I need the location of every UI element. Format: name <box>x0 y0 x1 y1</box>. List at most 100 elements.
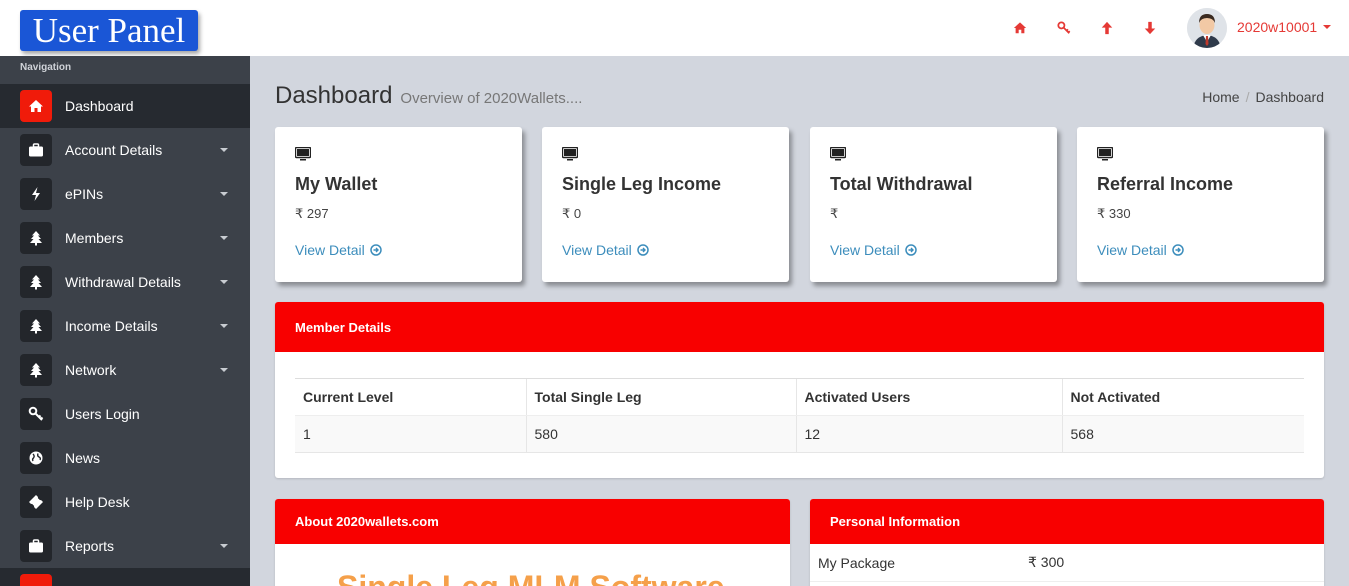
page-title: Dashboard <box>275 82 393 109</box>
arrow-down-icon[interactable] <box>1141 19 1159 37</box>
column-header: Not Activated <box>1061 378 1304 416</box>
personal-info-panel: Personal Information My Package ₹ 300 <box>810 499 1324 586</box>
monitor-icon <box>294 146 502 166</box>
top-header: User Panel 2020w10001 <box>0 0 1349 56</box>
sidebar-item-label: Income Details <box>65 318 158 334</box>
sidebar-item-label: Members <box>65 230 124 246</box>
table-cell: 1 <box>295 415 526 453</box>
sidebar-item-epins[interactable]: ePINs <box>0 172 250 216</box>
arrow-circle-right-icon <box>370 244 382 256</box>
globe-icon <box>20 442 52 474</box>
sidebar-item-label: Network <box>65 362 117 378</box>
card-single-leg-income: Single Leg Income ₹ 0 View Detail <box>542 127 789 282</box>
view-detail-label: View Detail <box>295 242 365 258</box>
table-cell: 568 <box>1061 415 1304 453</box>
caret-down-icon <box>220 368 228 372</box>
panel-title: About 2020wallets.com <box>275 499 790 544</box>
sidebar-item-network[interactable]: Network <box>0 348 250 392</box>
sidebar-item-partial[interactable] <box>0 568 250 586</box>
member-details-table: Current Level Total Single Leg Activated… <box>295 378 1304 453</box>
sidebar-item-users-login[interactable]: Users Login <box>0 392 250 436</box>
user-avatar[interactable] <box>1187 8 1227 48</box>
card-value: ₹ 297 <box>295 206 329 221</box>
about-panel: About 2020wallets.com Single Leg MLM Sof… <box>275 499 790 586</box>
tree-icon <box>20 354 52 386</box>
table-header-row: Current Level Total Single Leg Activated… <box>295 378 1304 416</box>
table-row: 1 580 12 568 <box>295 415 1304 453</box>
column-header: Total Single Leg <box>525 378 796 416</box>
breadcrumb-separator: / <box>1245 89 1250 105</box>
user-menu[interactable]: 2020w10001 <box>1237 19 1332 35</box>
briefcase-icon <box>20 134 52 166</box>
card-title: Single Leg Income <box>562 174 722 194</box>
sidebar-item-label: ePINs <box>65 186 104 202</box>
home-icon <box>20 90 52 122</box>
list-item: My Package ₹ 300 <box>810 544 1324 582</box>
caret-down-icon <box>220 236 228 240</box>
view-detail-link[interactable]: View Detail <box>562 242 769 258</box>
sidebar-item-reports[interactable]: Reports <box>0 524 250 568</box>
card-value: ₹ 330 <box>1097 206 1131 221</box>
breadcrumb-current: Dashboard <box>1255 89 1325 105</box>
page-subtitle: Overview of 2020Wallets.... <box>400 90 583 107</box>
profile-icon <box>20 574 52 586</box>
column-header: Activated Users <box>795 378 1062 416</box>
tree-icon <box>20 310 52 342</box>
key-icon <box>20 398 52 430</box>
column-header: Current Level <box>295 378 526 416</box>
breadcrumb-home-link[interactable]: Home <box>1202 89 1239 105</box>
monitor-icon <box>1096 146 1304 166</box>
key-icon[interactable] <box>1055 19 1073 37</box>
caret-down-icon <box>220 192 228 196</box>
sidebar-item-members[interactable]: Members <box>0 216 250 260</box>
card-value: ₹ <box>830 206 839 221</box>
card-my-wallet: My Wallet ₹ 297 View Detail <box>275 127 522 282</box>
sidebar-item-income-details[interactable]: Income Details <box>0 304 250 348</box>
sidebar-item-withdrawal-details[interactable]: Withdrawal Details <box>0 260 250 304</box>
caret-down-icon <box>220 544 228 548</box>
sidebar-item-label: News <box>65 450 101 466</box>
home-icon[interactable] <box>1011 19 1029 37</box>
sidebar-item-dashboard[interactable]: Dashboard <box>0 84 250 128</box>
sidebar-item-label: Withdrawal Details <box>65 274 181 290</box>
table-cell: 580 <box>525 415 796 453</box>
view-detail-link[interactable]: View Detail <box>295 242 502 258</box>
sidebar-item-account-details[interactable]: Account Details <box>0 128 250 172</box>
sidebar-item-label: Users Login <box>65 406 140 422</box>
caret-down-icon <box>1323 25 1332 29</box>
username-label: 2020w10001 <box>1237 19 1318 35</box>
tree-icon <box>20 266 52 298</box>
panel-title: Personal Information <box>810 499 1324 544</box>
caret-down-icon <box>220 280 228 284</box>
page-header: Dashboard Overview of 2020Wallets.... <box>275 82 582 110</box>
sidebar-item-label: Help Desk <box>65 494 130 510</box>
arrow-circle-right-icon <box>637 244 649 256</box>
view-detail-label: View Detail <box>830 242 900 258</box>
caret-down-icon <box>220 148 228 152</box>
arrow-up-icon[interactable] <box>1098 19 1116 37</box>
sidebar-item-news[interactable]: News <box>0 436 250 480</box>
table-cell: 12 <box>795 415 1062 453</box>
card-title: Referral Income <box>1097 174 1234 194</box>
sidebar-item-label: Account Details <box>65 142 163 158</box>
monitor-icon <box>829 146 1037 166</box>
bolt-icon <box>20 178 52 210</box>
sidebar-item-label: Reports <box>65 538 115 554</box>
breadcrumb: Home / Dashboard <box>1202 89 1324 105</box>
sidebar-item-help-desk[interactable]: Help Desk <box>0 480 250 524</box>
sidebar: Navigation Dashboard Account Details ePI… <box>0 56 250 586</box>
logo-text: User Panel <box>32 11 186 50</box>
card-total-withdrawal: Total Withdrawal ₹ View Detail <box>810 127 1057 282</box>
caret-down-icon <box>220 324 228 328</box>
view-detail-label: View Detail <box>562 242 632 258</box>
view-detail-link[interactable]: View Detail <box>1097 242 1304 258</box>
arrow-circle-right-icon <box>905 244 917 256</box>
app-logo[interactable]: User Panel <box>20 10 198 51</box>
view-detail-link[interactable]: View Detail <box>830 242 1037 258</box>
info-value: ₹ 300 <box>1028 554 1065 570</box>
card-title: Total Withdrawal <box>830 174 973 194</box>
card-value: ₹ 0 <box>562 206 582 221</box>
sidebar-item-label: Dashboard <box>65 98 134 114</box>
card-title: My Wallet <box>295 174 378 194</box>
info-label: My Package <box>818 554 896 571</box>
